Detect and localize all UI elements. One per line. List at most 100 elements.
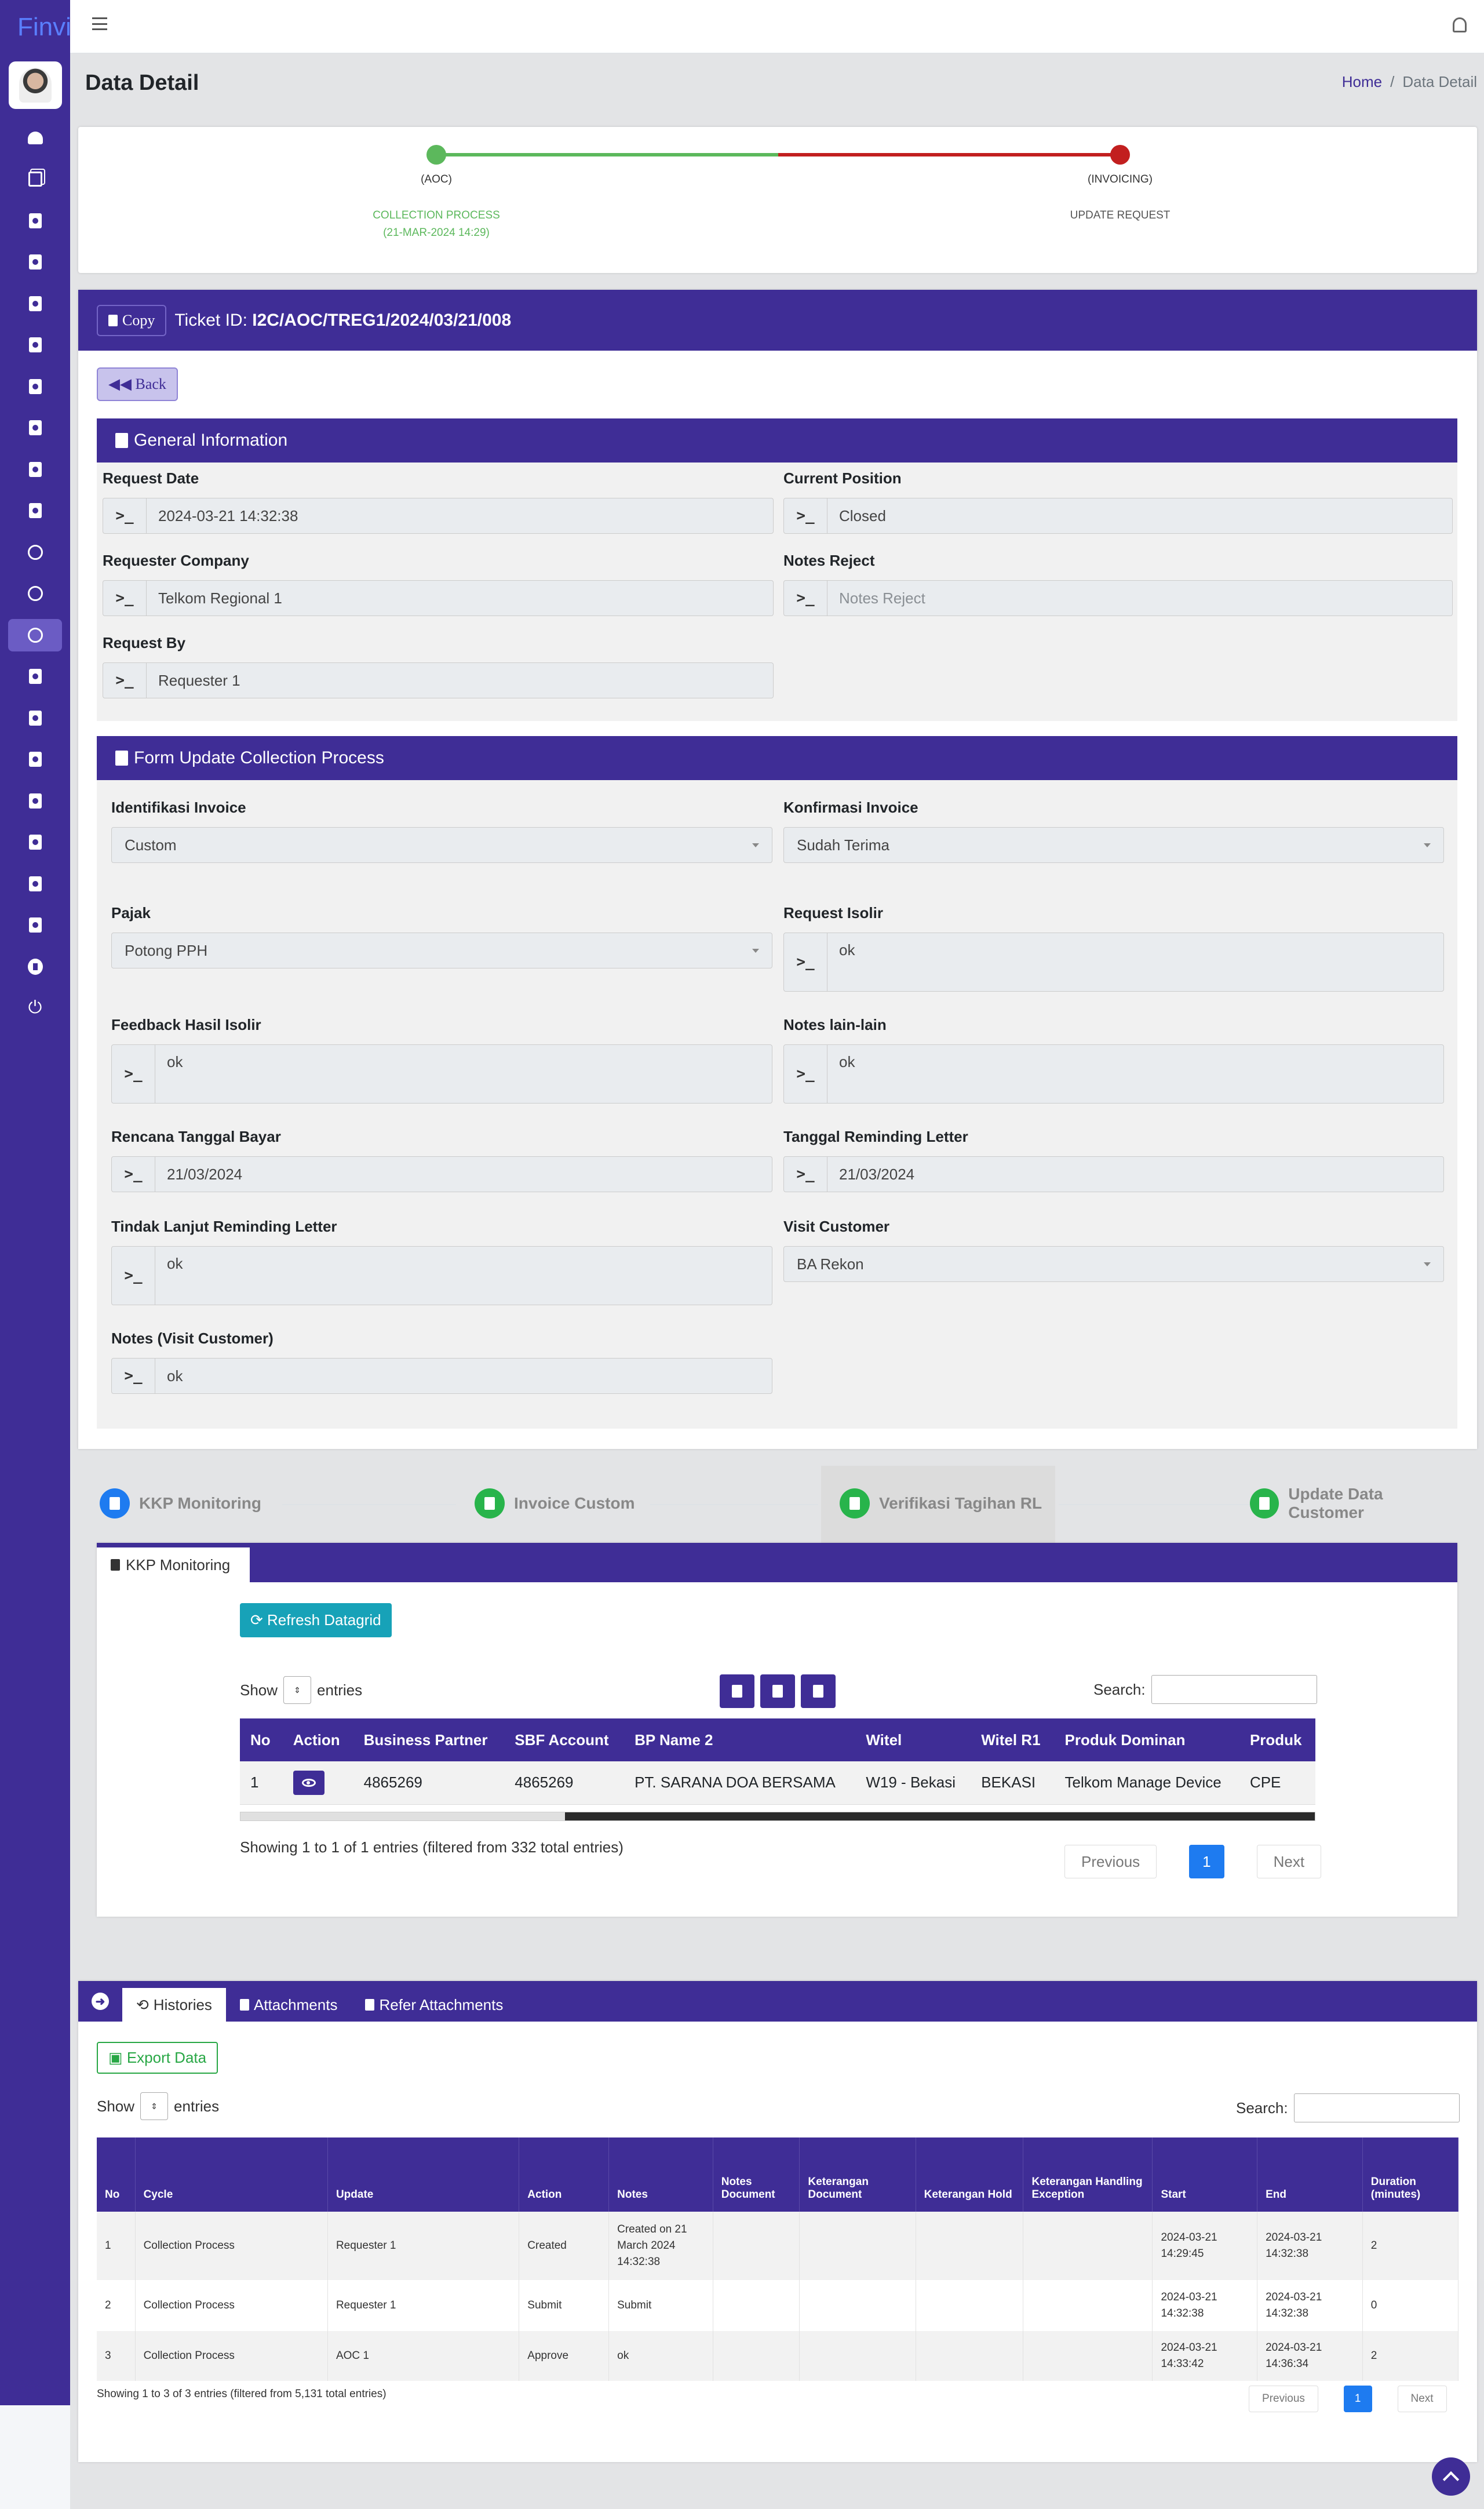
step-verifikasi-tagihan-rl[interactable]: Verifikasi Tagihan RL — [840, 1486, 1042, 1521]
page-1-button[interactable]: 1 — [1189, 1845, 1224, 1878]
sidebar-item-menu-10[interactable] — [0, 490, 70, 532]
column-header[interactable]: Action — [519, 2137, 610, 2212]
export-data-button[interactable]: ▣ Export Data — [97, 2042, 218, 2074]
notes-visit-customer-input[interactable]: ok — [155, 1359, 772, 1393]
column-header[interactable]: Keterangan Handling Exception — [1023, 2137, 1153, 2212]
column-header[interactable]: Action — [282, 1718, 353, 1761]
back-to-top-button[interactable] — [1432, 2457, 1470, 2496]
back-button[interactable]: ◀◀ Back — [97, 367, 178, 401]
pajak-select[interactable]: Potong PPH — [111, 933, 772, 968]
column-header[interactable]: Cycle — [135, 2137, 328, 2212]
column-header[interactable]: End — [1257, 2137, 1363, 2212]
sidebar-item-menu-9[interactable] — [0, 449, 70, 490]
breadcrumb-home-link[interactable]: Home — [1342, 73, 1382, 90]
rencana-tanggal-bayar-input[interactable]: 21/03/2024 — [155, 1157, 772, 1192]
request-by-input[interactable]: Requester 1 — [147, 663, 773, 698]
tab-attachments[interactable]: Attachments — [226, 1988, 352, 2022]
konfirmasi-invoice-select[interactable]: Sudah Terima — [783, 827, 1444, 863]
feedback-isolir-textarea[interactable]: ok — [155, 1045, 772, 1103]
column-header[interactable]: SBF Account — [504, 1718, 625, 1761]
column-header[interactable]: Update — [327, 2137, 520, 2212]
sidebar-item-menu-17[interactable] — [0, 780, 70, 822]
next-page-button[interactable]: Next — [1397, 2386, 1447, 2412]
kkp-search-input[interactable] — [1151, 1675, 1317, 1704]
copy-button[interactable]: Copy — [97, 304, 167, 336]
sidebar-item-menu-14[interactable] — [0, 656, 70, 698]
requester-company-input[interactable]: Telkom Regional 1 — [147, 581, 773, 616]
avatar[interactable] — [8, 61, 62, 109]
view-button[interactable] — [293, 1770, 324, 1795]
pdf-export-button[interactable] — [801, 1674, 836, 1708]
request-by-field: Request By >_ Requester 1 — [103, 634, 774, 698]
page-1-button[interactable]: 1 — [1343, 2386, 1372, 2412]
column-header[interactable]: Business Partner — [353, 1718, 505, 1761]
sidebar-item-menu-3[interactable] — [0, 200, 70, 242]
bell-icon[interactable] — [1453, 17, 1467, 32]
sidebar-item-pause[interactable] — [0, 946, 70, 988]
sidebar-item-menu-6[interactable] — [0, 325, 70, 366]
collapse-toggle[interactable]: ➜ — [78, 1981, 122, 2022]
next-page-button[interactable]: Next — [1256, 1845, 1322, 1878]
column-header[interactable]: No — [97, 2137, 136, 2212]
sidebar-item-menu-12[interactable] — [0, 573, 70, 615]
hamburger-icon[interactable] — [92, 17, 107, 30]
column-header[interactable]: Keterangan Hold — [916, 2137, 1024, 2212]
sidebar-item-dashboard[interactable] — [0, 117, 70, 159]
sidebar-item-menu-8[interactable] — [0, 407, 70, 449]
sidebar-item-logout[interactable]: ⏻ — [0, 988, 70, 1029]
tab-histories[interactable]: ⟲ Histories — [122, 1988, 226, 2022]
entries-length-select[interactable]: ⇕ — [140, 2092, 169, 2120]
tab-kkp-monitoring[interactable]: KKP Monitoring — [97, 1547, 250, 1582]
step-connector — [282, 1504, 456, 1505]
column-header[interactable]: Keterangan Document — [799, 2137, 916, 2212]
step-kkp-monitoring[interactable]: KKP Monitoring — [100, 1486, 261, 1521]
contact-icon — [28, 254, 43, 270]
column-header[interactable]: BP Name 2 — [624, 1718, 856, 1761]
tab-refer-attachments[interactable]: Refer Attachments — [351, 1988, 517, 2022]
excel-export-button[interactable] — [760, 1674, 795, 1708]
brand-logo[interactable]: Finvi — [0, 0, 70, 53]
current-position-input[interactable]: Closed — [827, 498, 1452, 533]
notes-reject-input[interactable]: Notes Reject — [827, 581, 1452, 616]
column-header[interactable]: Witel — [855, 1718, 971, 1761]
sidebar-item-menu-13-active[interactable] — [0, 614, 70, 656]
sidebar-item-menu-4[interactable] — [0, 242, 70, 283]
request-isolir-textarea[interactable]: ok — [827, 933, 1443, 991]
document-icon — [365, 1999, 375, 2011]
general-information-section: General Information Request Date >_ 2024-… — [97, 418, 1457, 721]
previous-page-button[interactable]: Previous — [1064, 1845, 1157, 1878]
histories-table-info: Showing 1 to 3 of 3 entries (filtered fr… — [97, 2388, 387, 2400]
entries-length-select[interactable]: ⇕ — [283, 1676, 312, 1704]
column-header[interactable]: Start — [1152, 2137, 1258, 2212]
sidebar-item-files[interactable] — [0, 159, 70, 201]
sidebar-item-menu-20[interactable] — [0, 905, 70, 946]
sidebar-item-menu-15[interactable] — [0, 697, 70, 739]
previous-page-button[interactable]: Previous — [1249, 2386, 1318, 2412]
sidebar-item-menu-7[interactable] — [0, 366, 70, 407]
column-header[interactable]: No — [240, 1718, 283, 1761]
tindak-lanjut-textarea[interactable]: ok — [155, 1247, 772, 1305]
copy-export-button[interactable] — [720, 1674, 754, 1708]
step-update-data-customer[interactable]: Update Data Customer — [1250, 1485, 1457, 1521]
column-header[interactable]: Produk Dominan — [1054, 1718, 1239, 1761]
notes-lain-textarea[interactable]: ok — [827, 1045, 1443, 1103]
step-invoice-custom[interactable]: Invoice Custom — [475, 1486, 635, 1521]
column-header[interactable]: Produk — [1239, 1718, 1315, 1761]
tracker-line-pending — [778, 153, 1120, 156]
horizontal-scrollbar[interactable] — [240, 1812, 1315, 1821]
column-header[interactable]: Notes Document — [713, 2137, 800, 2212]
sidebar-item-menu-16[interactable] — [0, 739, 70, 781]
refresh-datagrid-button[interactable]: ⟳ Refresh Datagrid — [240, 1603, 392, 1637]
column-header[interactable]: Notes — [608, 2137, 713, 2212]
tanggal-reminding-letter-input[interactable]: 21/03/2024 — [827, 1157, 1443, 1192]
sidebar-item-menu-19[interactable] — [0, 863, 70, 905]
sidebar-item-menu-11[interactable] — [0, 531, 70, 573]
sidebar-item-menu-5[interactable] — [0, 283, 70, 325]
histories-search-input[interactable] — [1293, 2093, 1460, 2122]
request-date-input[interactable]: 2024-03-21 14:32:38 — [147, 498, 773, 533]
identifikasi-invoice-select[interactable]: Custom — [111, 827, 772, 863]
column-header[interactable]: Witel R1 — [971, 1718, 1055, 1761]
column-header[interactable]: Duration (minutes) — [1362, 2137, 1459, 2212]
visit-customer-select[interactable]: BA Rekon — [783, 1246, 1444, 1282]
sidebar-item-menu-18[interactable] — [0, 822, 70, 864]
